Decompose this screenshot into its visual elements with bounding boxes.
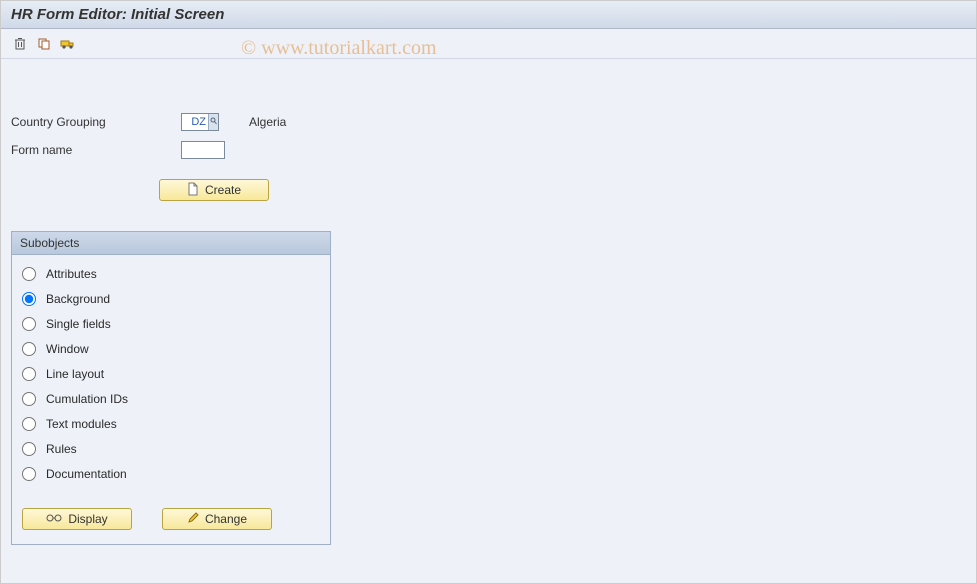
subobject-option[interactable]: Single fields — [22, 311, 320, 336]
radio-input[interactable] — [22, 442, 36, 456]
copy-icon[interactable] — [35, 35, 53, 53]
country-grouping-input[interactable] — [182, 114, 208, 130]
subobjects-body: Attributes Background Single fields Window L… — [12, 255, 330, 544]
country-grouping-row: Country Grouping Algeria — [11, 109, 966, 135]
radio-label: Documentation — [46, 467, 127, 481]
delete-icon[interactable] — [11, 35, 29, 53]
form-name-row: Form name — [11, 137, 966, 163]
subobject-option[interactable]: Documentation — [22, 461, 320, 486]
display-button-label: Display — [68, 512, 107, 526]
display-button[interactable]: Display — [22, 508, 132, 530]
form-name-input[interactable] — [181, 141, 225, 159]
glasses-icon — [46, 512, 62, 526]
content-area: Country Grouping Algeria Form name Creat… — [1, 59, 976, 555]
subobjects-title: Subobjects — [12, 232, 330, 255]
form-name-label: Form name — [11, 143, 181, 157]
radio-input[interactable] — [22, 267, 36, 281]
document-icon — [187, 182, 199, 199]
subobject-option[interactable]: Text modules — [22, 411, 320, 436]
radio-input[interactable] — [22, 342, 36, 356]
group-buttons: Display Change — [22, 508, 320, 530]
radio-label: Window — [46, 342, 89, 356]
transport-icon[interactable] — [59, 35, 77, 53]
radio-label: Text modules — [46, 417, 117, 431]
create-button[interactable]: Create — [159, 179, 269, 201]
radio-label: Attributes — [46, 267, 97, 281]
radio-input[interactable] — [22, 417, 36, 431]
title-bar: HR Form Editor: Initial Screen — [1, 1, 976, 29]
radio-label: Cumulation IDs — [46, 392, 128, 406]
subobject-option[interactable]: Line layout — [22, 361, 320, 386]
change-button[interactable]: Change — [162, 508, 272, 530]
radio-input[interactable] — [22, 317, 36, 331]
pencil-icon — [187, 512, 199, 527]
radio-input[interactable] — [22, 467, 36, 481]
radio-label: Single fields — [46, 317, 111, 331]
radio-input[interactable] — [22, 367, 36, 381]
radio-input[interactable] — [22, 392, 36, 406]
radio-label: Rules — [46, 442, 77, 456]
radio-label: Background — [46, 292, 110, 306]
search-help-icon[interactable] — [208, 114, 218, 130]
country-grouping-label: Country Grouping — [11, 115, 181, 129]
change-button-label: Change — [205, 512, 247, 526]
country-grouping-desc: Algeria — [249, 115, 286, 129]
subobject-option[interactable]: Attributes — [22, 261, 320, 286]
toolbar — [1, 29, 976, 59]
subobject-option[interactable]: Background — [22, 286, 320, 311]
subobject-option[interactable]: Rules — [22, 436, 320, 461]
subobjects-group: Subobjects Attributes Background Single fi… — [11, 231, 331, 545]
subobject-option[interactable]: Window — [22, 336, 320, 361]
radio-label: Line layout — [46, 367, 104, 381]
subobject-option[interactable]: Cumulation IDs — [22, 386, 320, 411]
create-button-label: Create — [205, 183, 241, 197]
country-grouping-field[interactable] — [181, 113, 219, 131]
page-title: HR Form Editor: Initial Screen — [11, 6, 224, 23]
radio-input[interactable] — [22, 292, 36, 306]
